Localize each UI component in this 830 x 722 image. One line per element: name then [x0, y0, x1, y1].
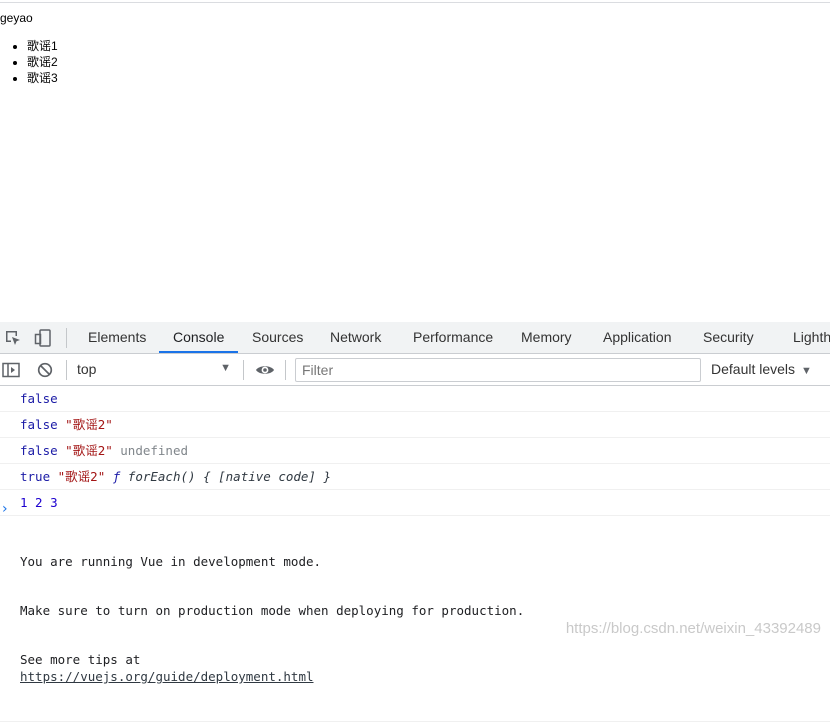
list-item: 歌谣1 — [27, 38, 58, 54]
console-token: undefined — [120, 443, 189, 458]
sidebar-toggle-icon[interactable] — [0, 354, 22, 385]
console-token — [105, 469, 113, 484]
caret-down-icon: ▼ — [801, 365, 812, 377]
console-token: true — [20, 469, 51, 484]
clear-console-icon[interactable] — [32, 354, 58, 385]
song-list: 歌谣1 歌谣2 歌谣3 — [0, 38, 58, 86]
toolbar-divider — [285, 360, 286, 380]
console-message: You are running Vue in development mode.… — [0, 516, 830, 722]
console-message: 1 2 3 — [0, 490, 830, 516]
console-token: "歌谣2" — [65, 443, 113, 458]
console-text: Make sure to turn on production mode whe… — [20, 603, 525, 618]
log-levels-dropdown[interactable]: Default levels ▼ — [711, 354, 812, 385]
console-token: "歌谣2" — [57, 469, 106, 484]
console-text: See more tips at https://vuejs.org/guide… — [20, 651, 830, 685]
page-content: geyao 歌谣1 歌谣2 歌谣3 — [0, 0, 830, 322]
devtools-panel: Elements Console Sources Network Perform… — [0, 322, 830, 722]
console-token: false — [20, 417, 58, 432]
inspect-element-icon[interactable] — [0, 322, 26, 353]
toolbar-divider — [66, 328, 67, 348]
filter-input[interactable] — [295, 358, 701, 382]
active-tab-indicator — [159, 351, 238, 353]
console-token: false — [20, 443, 58, 458]
list-item: 歌谣2 — [27, 54, 58, 70]
console-toolbar: top ▼ Default levels ▼ — [0, 354, 830, 386]
tab-lighthouse[interactable]: Lighth — [793, 322, 830, 353]
console-token — [50, 469, 58, 484]
tab-elements[interactable]: Elements — [88, 322, 146, 353]
console-text: You are running Vue in development mode. — [20, 554, 322, 569]
tab-network[interactable]: Network — [330, 322, 381, 353]
caret-down-icon: ▼ — [220, 362, 231, 374]
log-levels-label: Default levels — [711, 361, 796, 377]
tab-sources[interactable]: Sources — [252, 322, 303, 353]
console-log: false false "歌谣2" false "歌谣2" undefined tru… — [0, 386, 830, 722]
toolbar-divider — [66, 360, 67, 380]
tab-console[interactable]: Console — [173, 322, 224, 353]
docs-link[interactable]: https://vuejs.org/guide/deployment.html — [20, 668, 830, 685]
console-message: false "歌谣2" undefined — [0, 438, 830, 464]
context-label: top — [77, 361, 97, 377]
tab-performance[interactable]: Performance — [413, 322, 493, 353]
tab-memory[interactable]: Memory — [521, 322, 572, 353]
toolbar-divider — [243, 360, 244, 380]
console-token: 1 2 3 — [20, 495, 58, 510]
console-message: false "歌谣2" — [0, 412, 830, 438]
context-selector[interactable]: top ▼ — [68, 354, 240, 385]
page-heading: geyao — [0, 11, 33, 25]
list-item: 歌谣3 — [27, 70, 58, 86]
console-message: true "歌谣2" ƒ forEach() { [native code] } — [0, 464, 830, 490]
console-token: "歌谣2" — [65, 417, 113, 432]
devtools-tabbar: Elements Console Sources Network Perform… — [0, 322, 830, 354]
tab-security[interactable]: Security — [703, 322, 754, 353]
console-message: false — [0, 386, 830, 412]
console-token: forEach() { [native code] } — [120, 469, 331, 484]
eye-icon[interactable] — [252, 354, 278, 385]
console-prompt-icon[interactable]: › — [2, 501, 8, 517]
tab-application[interactable]: Application — [603, 322, 672, 353]
device-toolbar-icon[interactable] — [30, 322, 56, 353]
console-token: false — [20, 391, 58, 406]
watermark: https://blog.csdn.net/weixin_43392489 — [565, 620, 821, 637]
